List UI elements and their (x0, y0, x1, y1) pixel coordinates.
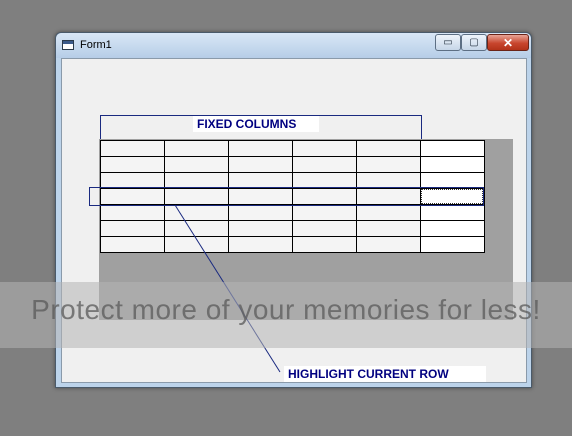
grid-cell[interactable] (420, 140, 485, 157)
grid-cell[interactable] (420, 204, 485, 221)
close-button[interactable]: ✕ (487, 34, 529, 51)
grid-cell-fixed[interactable] (100, 220, 165, 237)
grid-cell-fixed[interactable] (100, 140, 165, 157)
grid-row[interactable] (100, 236, 485, 253)
grid-cell-fixed[interactable] (228, 220, 293, 237)
grid-cell-fixed[interactable] (292, 140, 357, 157)
grid-cell-fixed[interactable] (228, 140, 293, 157)
grid-cell-fixed[interactable] (356, 204, 421, 221)
grid-cell-fixed[interactable] (292, 236, 357, 253)
grid-cell-fixed[interactable] (292, 204, 357, 221)
grid-cell-fixed[interactable] (228, 204, 293, 221)
grid-cell[interactable] (420, 236, 485, 253)
grid-cell-fixed[interactable] (100, 236, 165, 253)
grid-cell-fixed[interactable] (356, 220, 421, 237)
grid-row[interactable] (100, 140, 485, 157)
maximize-button[interactable]: ▢ (461, 34, 487, 51)
fixed-columns-label: FIXED COLUMNS (193, 116, 319, 132)
grid-cell-fixed[interactable] (164, 140, 229, 157)
grid-cell-fixed[interactable] (292, 156, 357, 173)
grid-cell-fixed[interactable] (292, 220, 357, 237)
maximize-icon: ▢ (469, 36, 479, 48)
grid-cell[interactable] (420, 156, 485, 173)
grid-cell-fixed[interactable] (356, 236, 421, 253)
grid-cell-fixed[interactable] (164, 204, 229, 221)
grid-cell-fixed[interactable] (228, 236, 293, 253)
grid-cell-fixed[interactable] (164, 220, 229, 237)
grid-cell-fixed[interactable] (100, 156, 165, 173)
title-bar[interactable]: Form1 ▭ ▢ ✕ (56, 33, 531, 58)
close-icon: ✕ (502, 35, 514, 50)
grid-row[interactable] (100, 204, 485, 221)
grid-row[interactable] (100, 156, 485, 173)
grid-cell-fixed[interactable] (228, 156, 293, 173)
minimize-icon: ▭ (443, 36, 453, 48)
minimize-button[interactable]: ▭ (435, 34, 461, 51)
highlight-row-label: HIGHLIGHT CURRENT ROW (284, 366, 486, 382)
focus-cell[interactable] (421, 189, 483, 204)
grid-cell[interactable] (420, 220, 485, 237)
form-icon (62, 40, 74, 50)
grid-cell-fixed[interactable] (100, 204, 165, 221)
grid-cell-fixed[interactable] (356, 156, 421, 173)
grid-cell-fixed[interactable] (356, 140, 421, 157)
watermark-text: Protect more of your memories for less! (31, 294, 541, 325)
grid-row[interactable] (100, 220, 485, 237)
window-title: Form1 (80, 39, 112, 51)
grid-cell-fixed[interactable] (164, 156, 229, 173)
grid-cell-fixed[interactable] (164, 236, 229, 253)
